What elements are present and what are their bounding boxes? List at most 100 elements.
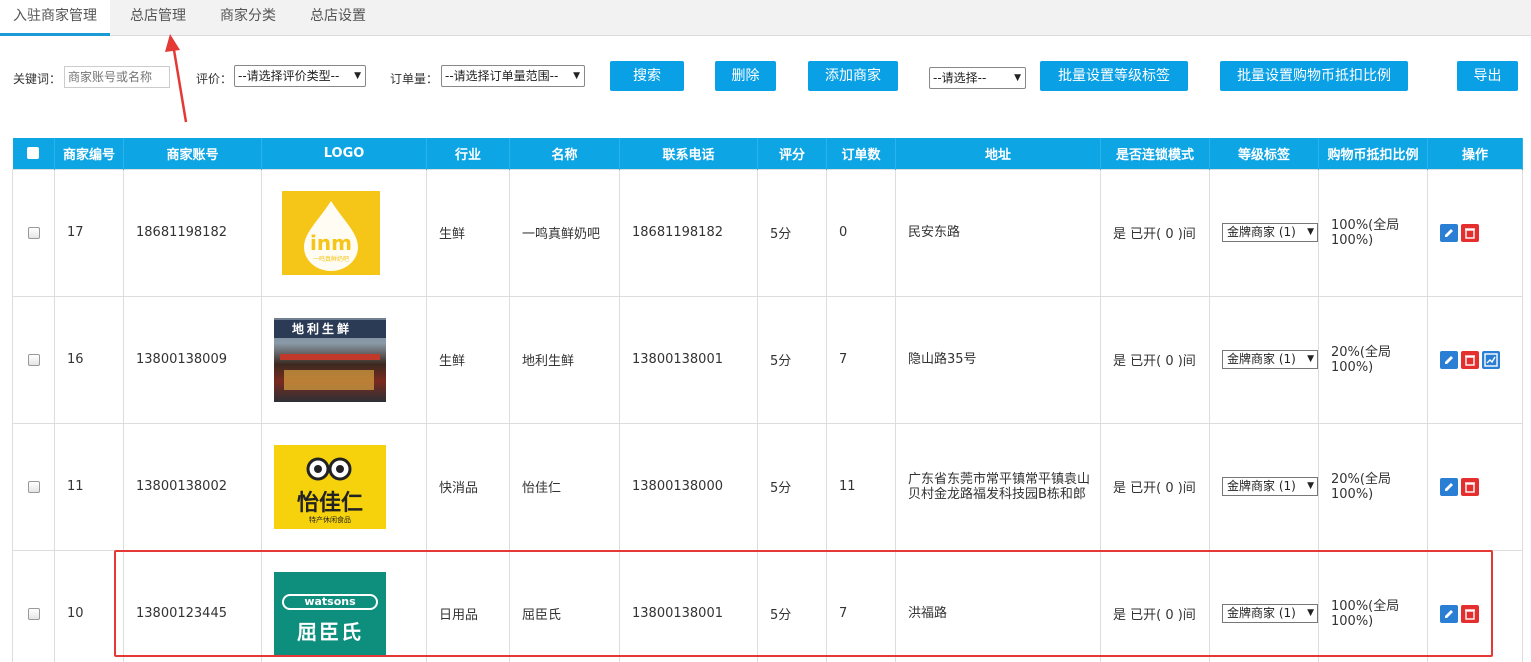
edit-icon[interactable] [1440, 223, 1458, 242]
yijiaren-logo-subtext: 特产休闲食品 [309, 515, 351, 524]
table-row: 10 13800123445 watsons 屈臣氏 日用品 屈臣氏 13800… [12, 549, 1523, 662]
cell-address: 民安东路 [895, 168, 1101, 297]
cell-level: 金牌商家 (1) ▼ [1209, 168, 1319, 297]
header-orders: 订单数 [826, 138, 896, 169]
chevron-down-icon: ▼ [573, 71, 580, 81]
row-checkbox[interactable] [27, 226, 40, 239]
export-button[interactable]: 导出 [1457, 61, 1518, 91]
merchant-table: 商家编号 商家账号 LOGO 行业 名称 联系电话 评分 订单数 地址 是否连锁… [12, 138, 1523, 662]
edit-icon[interactable] [1440, 604, 1458, 623]
level-select-value: 金牌商家 (1) [1227, 479, 1296, 493]
level-select[interactable]: 金牌商家 (1) ▼ [1222, 223, 1318, 242]
chevron-down-icon: ▼ [354, 71, 361, 81]
store-photo: 地利生鲜 [274, 317, 386, 402]
cell-phone: 13800138000 [619, 422, 758, 551]
store-sign-text: 地利生鲜 [292, 321, 353, 336]
orders-select[interactable]: --请选择订单量范围-- ▼ [441, 65, 585, 87]
statistics-icon[interactable] [1482, 350, 1500, 369]
cell-id: 10 [54, 549, 124, 662]
header-account: 商家账号 [123, 138, 262, 169]
header-chain: 是否连锁模式 [1100, 138, 1210, 169]
select-all-cell[interactable] [12, 138, 55, 169]
yijiaren-logo: 怡佳仁 特产休闲食品 [274, 444, 386, 529]
tab-headstore-settings[interactable]: 总店设置 [298, 0, 378, 36]
edit-icon[interactable] [1440, 350, 1458, 369]
cell-actions [1427, 549, 1523, 662]
cell-rating: 5分 [757, 549, 827, 662]
cell-chain: 是 已开( 0 )间 [1100, 422, 1210, 551]
cell-account: 13800138002 [123, 422, 262, 551]
cell-level: 金牌商家 (1) ▼ [1209, 549, 1319, 662]
cell-id: 17 [54, 168, 124, 297]
row-select-cell[interactable] [12, 549, 55, 662]
cell-account: 18681198182 [123, 168, 262, 297]
tab-merchant-management[interactable]: 入驻商家管理 [0, 0, 110, 36]
store-produce [284, 369, 374, 390]
batch-select[interactable]: --请选择-- ▼ [929, 67, 1026, 89]
cell-ratio: 100%(全局100%) [1318, 168, 1428, 297]
header-actions: 操作 [1427, 138, 1523, 169]
cell-logo: 地利生鲜 [261, 295, 427, 424]
table-row: 16 13800138009 地利生鲜 生鲜 地利生鲜 13800138001 … [12, 295, 1523, 424]
cell-level: 金牌商家 (1) ▼ [1209, 422, 1319, 551]
edit-icon[interactable] [1440, 477, 1458, 496]
row-checkbox[interactable] [27, 607, 40, 620]
keyword-label: 关键词： [13, 72, 62, 86]
chevron-down-icon: ▼ [1307, 608, 1314, 618]
chevron-down-icon: ▼ [1307, 227, 1314, 237]
trash-icon[interactable] [1461, 350, 1479, 369]
row-checkbox[interactable] [27, 353, 40, 366]
cell-actions [1427, 295, 1523, 424]
batch-ratio-button[interactable]: 批量设置购物币抵扣比例 [1220, 61, 1408, 91]
table-header-row: 商家编号 商家账号 LOGO 行业 名称 联系电话 评分 订单数 地址 是否连锁… [12, 138, 1523, 169]
cell-id: 16 [54, 295, 124, 424]
search-button[interactable]: 搜索 [610, 61, 684, 91]
cell-orders: 7 [826, 295, 896, 424]
batch-level-button[interactable]: 批量设置等级标签 [1040, 61, 1188, 91]
trash-icon[interactable] [1461, 223, 1479, 242]
row-select-cell[interactable] [12, 168, 55, 297]
cell-name: 屈臣氏 [509, 549, 620, 662]
level-select[interactable]: 金牌商家 (1) ▼ [1222, 350, 1318, 369]
top-tab-bar: 入驻商家管理 总店管理 商家分类 总店设置 [0, 0, 1531, 36]
cell-account: 13800138009 [123, 295, 262, 424]
trash-icon[interactable] [1461, 477, 1479, 496]
row-checkbox[interactable] [27, 480, 40, 493]
table-row: 17 18681198182 inm 一鸣真鲜奶吧 生鲜 一鸣真鲜奶吧 1868… [12, 168, 1523, 297]
trash-icon[interactable] [1461, 604, 1479, 623]
cell-chain: 是 已开( 0 )间 [1100, 168, 1210, 297]
cell-chain: 是 已开( 0 )间 [1100, 295, 1210, 424]
cell-industry: 快消品 [426, 422, 510, 551]
cell-ratio: 20%(全局100%) [1318, 422, 1428, 551]
header-rating: 评分 [757, 138, 827, 169]
inm-logo-text: inm [310, 230, 352, 255]
cell-actions [1427, 422, 1523, 551]
cell-ratio: 20%(全局100%) [1318, 295, 1428, 424]
level-select[interactable]: 金牌商家 (1) ▼ [1222, 604, 1318, 623]
chevron-down-icon: ▼ [1307, 481, 1314, 491]
header-id: 商家编号 [54, 138, 124, 169]
select-all-checkbox[interactable] [27, 147, 40, 160]
cell-rating: 5分 [757, 295, 827, 424]
chevron-down-icon: ▼ [1307, 354, 1314, 364]
tab-merchant-category[interactable]: 商家分类 [208, 0, 288, 36]
delete-button[interactable]: 删除 [715, 61, 776, 91]
rating-select[interactable]: --请选择评价类型-- ▼ [234, 65, 366, 87]
header-name: 名称 [509, 138, 620, 169]
keyword-input[interactable] [64, 66, 170, 88]
level-select[interactable]: 金牌商家 (1) ▼ [1222, 477, 1318, 496]
header-address: 地址 [895, 138, 1101, 169]
row-select-cell[interactable] [12, 295, 55, 424]
rating-select-value: --请选择评价类型-- [238, 69, 340, 83]
level-select-value: 金牌商家 (1) [1227, 606, 1296, 620]
row-select-cell[interactable] [12, 422, 55, 551]
add-merchant-button[interactable]: 添加商家 [808, 61, 898, 91]
level-select-value: 金牌商家 (1) [1227, 225, 1296, 239]
store-awning [280, 353, 380, 360]
cell-name: 一鸣真鲜奶吧 [509, 168, 620, 297]
orders-label: 订单量： [390, 72, 439, 86]
table-row: 11 13800138002 怡佳仁 特产休闲食品 快消品 怡佳仁 138001… [12, 422, 1523, 551]
yijiaren-logo-text: 怡佳仁 [296, 490, 363, 516]
cell-logo: 怡佳仁 特产休闲食品 [261, 422, 427, 551]
header-industry: 行业 [426, 138, 510, 169]
